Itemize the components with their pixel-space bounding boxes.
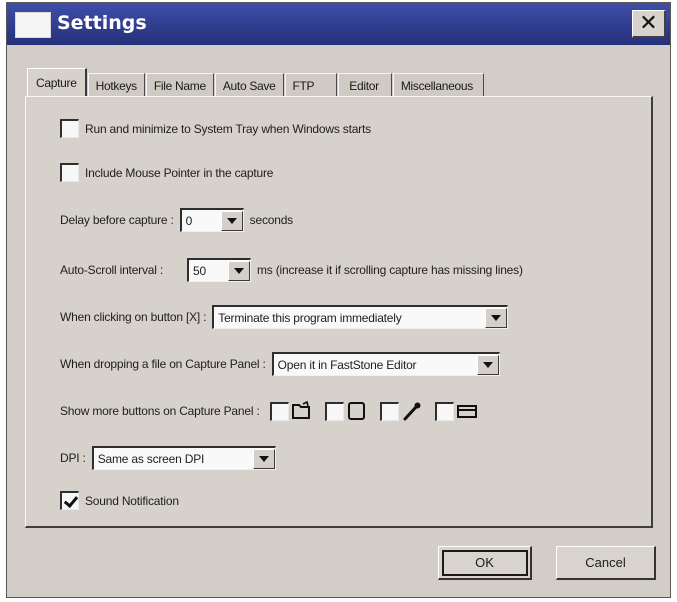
clicking-x-value: Terminate this program immediately xyxy=(218,310,402,325)
dropping-file-select[interactable]: Open it in FastStone Editor xyxy=(271,352,500,376)
tab-miscellaneous[interactable]: Miscellaneous xyxy=(392,73,484,97)
autoscroll-suffix: ms (increase it if scrolling capture has… xyxy=(256,263,523,277)
tab-file-name[interactable]: File Name xyxy=(145,73,214,97)
tab-hotkeys[interactable]: Hotkeys xyxy=(87,73,145,97)
clicking-x-label: When clicking on button [X] : xyxy=(60,310,207,324)
chevron-down-icon[interactable] xyxy=(476,354,499,375)
color-picker-option[interactable] xyxy=(379,401,423,421)
capture-panel: Run and minimize to System Tray when Win… xyxy=(25,96,653,528)
dpi-value: Same as screen DPI xyxy=(97,451,205,466)
delay-label: Delay before capture : xyxy=(60,213,174,227)
delay-row: Delay before capture : 0 seconds xyxy=(60,208,293,232)
sound-checkbox[interactable] xyxy=(60,491,79,510)
run-minimize-label: Run and minimize to System Tray when Win… xyxy=(85,121,371,136)
include-pointer-checkbox[interactable] xyxy=(60,163,79,182)
close-button[interactable]: ✕ xyxy=(632,10,666,38)
open-file-icon xyxy=(291,401,310,419)
sound-row[interactable]: Sound Notification xyxy=(60,491,179,510)
tab-editor[interactable]: Editor xyxy=(338,73,392,97)
color-picker-checkbox[interactable] xyxy=(379,401,399,421)
open-file-checkbox[interactable] xyxy=(269,401,289,421)
window-title: Settings xyxy=(57,12,147,34)
clicking-x-select[interactable]: Terminate this program immediately xyxy=(212,305,509,329)
run-minimize-checkbox[interactable] xyxy=(60,119,79,138)
ok-button[interactable]: OK xyxy=(438,546,532,580)
sound-label: Sound Notification xyxy=(85,493,179,508)
window-checkbox[interactable] xyxy=(324,401,344,421)
include-pointer-row[interactable]: Include Mouse Pointer in the capture xyxy=(60,163,273,182)
autoscroll-select[interactable]: 50 xyxy=(186,258,251,282)
chevron-down-icon[interactable] xyxy=(220,210,243,231)
autoscroll-row: Auto-Scroll interval : 50 ms (increase i… xyxy=(60,258,523,282)
autoscroll-label: Auto-Scroll interval : xyxy=(60,263,163,277)
include-pointer-label: Include Mouse Pointer in the capture xyxy=(85,165,274,180)
screen-ruler-option[interactable] xyxy=(434,401,478,421)
settings-dialog: Settings ✕ Capture Hotkeys File Name Aut… xyxy=(6,2,671,598)
tab-auto-save[interactable]: Auto Save xyxy=(214,73,284,97)
screen-ruler-checkbox[interactable] xyxy=(434,401,454,421)
close-icon: ✕ xyxy=(639,11,658,36)
delay-value: 0 xyxy=(185,213,193,228)
delay-select[interactable]: 0 xyxy=(179,208,244,232)
delay-suffix: seconds xyxy=(249,213,293,227)
title-bar[interactable]: Settings ✕ xyxy=(7,3,670,45)
dpi-select[interactable]: Same as screen DPI xyxy=(91,446,276,470)
tab-capture[interactable]: Capture xyxy=(27,68,87,97)
clicking-x-row: When clicking on button [X] : Terminate … xyxy=(60,305,514,329)
color-picker-icon xyxy=(403,402,421,421)
dropping-file-label: When dropping a file on Capture Panel : xyxy=(60,357,266,371)
dpi-row: DPI : Same as screen DPI xyxy=(60,446,282,470)
chevron-down-icon[interactable] xyxy=(252,448,275,469)
dpi-label: DPI : xyxy=(60,451,86,465)
chevron-down-icon[interactable] xyxy=(227,260,250,281)
cancel-button[interactable]: Cancel xyxy=(556,546,656,580)
tab-strip: Capture Hotkeys File Name Auto Save FTP … xyxy=(27,67,485,97)
chevron-down-icon[interactable] xyxy=(485,307,508,328)
open-file-option[interactable] xyxy=(269,401,313,421)
autoscroll-value: 50 xyxy=(192,263,206,278)
more-buttons-label: Show more buttons on Capture Panel : xyxy=(60,404,260,418)
window-icon xyxy=(347,402,365,420)
screen-ruler-icon xyxy=(456,405,477,418)
run-minimize-row[interactable]: Run and minimize to System Tray when Win… xyxy=(60,119,371,138)
app-icon xyxy=(15,12,51,38)
dropping-file-row: When dropping a file on Capture Panel : … xyxy=(60,352,506,376)
dropping-file-value: Open it in FastStone Editor xyxy=(277,357,417,372)
more-buttons-row: Show more buttons on Capture Panel : xyxy=(60,401,490,421)
window-option[interactable] xyxy=(324,401,368,421)
tab-ftp[interactable]: FTP xyxy=(284,73,338,97)
